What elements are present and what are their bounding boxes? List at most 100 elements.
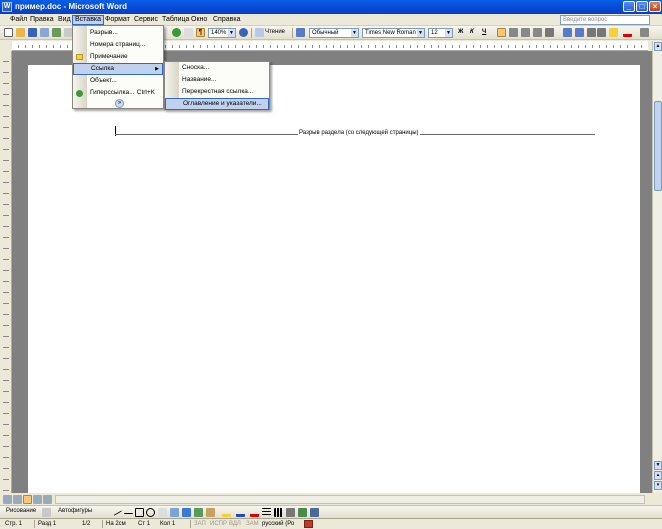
- line-spacing-icon[interactable]: [545, 28, 554, 37]
- font-color-icon[interactable]: [623, 28, 632, 37]
- next-page-icon[interactable]: ▾: [654, 481, 662, 490]
- dash-style-icon[interactable]: [274, 508, 283, 517]
- justify-icon[interactable]: [533, 28, 542, 37]
- chevron-down-icon[interactable]: ▼: [417, 29, 424, 37]
- vertical-scrollbar[interactable]: ▲ ▼ ▴ ▾: [652, 41, 662, 493]
- close-button[interactable]: ×: [649, 1, 661, 12]
- bold-button[interactable]: Ж: [458, 29, 463, 35]
- menu-item-break[interactable]: Разрыв...: [73, 27, 163, 39]
- line-color-icon[interactable]: [236, 508, 245, 517]
- increase-indent-icon[interactable]: [597, 28, 606, 37]
- status-extend[interactable]: ВДЛ: [229, 520, 241, 529]
- arrow-style-icon[interactable]: [286, 508, 295, 517]
- help-icon[interactable]: [239, 28, 248, 37]
- toolbar-options-icon[interactable]: [640, 28, 649, 37]
- menu-item-hyperlink[interactable]: Гиперссылка... Ctrl+K: [73, 87, 163, 99]
- menu-item-cross-reference[interactable]: Перекрестная ссылка...: [165, 86, 269, 98]
- insert-picture-icon[interactable]: [206, 508, 215, 517]
- clip-art-icon[interactable]: [194, 508, 203, 517]
- menu-file[interactable]: Файл: [8, 15, 29, 25]
- 3d-style-icon[interactable]: [310, 508, 319, 517]
- menu-format[interactable]: Формат: [103, 15, 132, 25]
- select-objects-icon[interactable]: [42, 508, 51, 517]
- print-layout-icon[interactable]: [23, 495, 32, 504]
- menu-item-object[interactable]: Объект...: [73, 75, 163, 87]
- status-overtype[interactable]: ЗАМ: [246, 520, 259, 529]
- highlight-icon[interactable]: [609, 28, 618, 37]
- menu-table[interactable]: Таблица: [160, 15, 191, 25]
- font-combo[interactable]: Times New Roman ▼: [362, 28, 425, 38]
- arrow-icon[interactable]: [124, 508, 133, 514]
- word-app-icon[interactable]: W: [2, 2, 12, 12]
- oval-icon[interactable]: [146, 508, 155, 517]
- menu-help[interactable]: Справка: [211, 15, 242, 25]
- maximize-button[interactable]: □: [636, 1, 648, 12]
- line-style-icon[interactable]: [262, 508, 271, 517]
- rectangle-icon[interactable]: [135, 508, 144, 517]
- read-mode-button[interactable]: Чтение: [265, 29, 285, 35]
- normal-view-icon[interactable]: [3, 495, 12, 504]
- drawing-menu-button[interactable]: Рисование: [6, 508, 36, 514]
- numbering-icon[interactable]: [563, 28, 572, 37]
- autoshapes-button[interactable]: Автофигуры: [58, 508, 92, 514]
- web-toolbar-icon[interactable]: [172, 28, 181, 37]
- open-folder-icon[interactable]: [16, 28, 25, 37]
- underline-button[interactable]: Ч: [482, 29, 486, 35]
- styles-pane-icon[interactable]: [296, 28, 305, 37]
- line-icon[interactable]: [111, 506, 122, 516]
- menu-item-footnote[interactable]: Сноска...: [165, 62, 269, 74]
- menu-item-label: Оглавление и указатели...: [183, 100, 262, 107]
- menu-insert[interactable]: Вставка: [72, 15, 105, 25]
- menu-item-page-numbers[interactable]: Номера страниц...: [73, 39, 163, 51]
- bullets-icon[interactable]: [575, 28, 584, 37]
- diagram-icon[interactable]: [182, 508, 191, 517]
- save-icon[interactable]: [28, 28, 37, 37]
- shadow-style-icon[interactable]: [298, 508, 307, 517]
- align-right-icon[interactable]: [521, 28, 530, 37]
- fill-color-icon[interactable]: [222, 508, 231, 517]
- menu-view[interactable]: Вид: [56, 15, 73, 25]
- show-formatting-icon[interactable]: ¶: [196, 28, 205, 37]
- minimize-button[interactable]: _: [623, 1, 635, 12]
- read-mode-icon[interactable]: [255, 28, 264, 37]
- font-color-icon[interactable]: [250, 508, 259, 517]
- print-icon[interactable]: [52, 28, 61, 37]
- help-question-input[interactable]: Введите вопрос: [560, 15, 650, 25]
- chevron-down-icon[interactable]: ▼: [351, 29, 358, 37]
- outline-view-icon[interactable]: [33, 495, 42, 504]
- document-map-icon[interactable]: [184, 28, 193, 37]
- menu-tools[interactable]: Сервис: [132, 15, 160, 25]
- align-left-icon[interactable]: [497, 28, 506, 37]
- wordart-icon[interactable]: [170, 508, 179, 517]
- menu-item-reference[interactable]: Ссылка ▶: [73, 63, 163, 75]
- status-record-macro[interactable]: ЗАП: [194, 520, 206, 529]
- chevron-down-icon[interactable]: ▼: [445, 29, 452, 37]
- zoom-combo[interactable]: 140% ▼: [208, 28, 236, 38]
- menu-item-caption[interactable]: Название...: [165, 74, 269, 86]
- align-center-icon[interactable]: [509, 28, 518, 37]
- web-layout-icon[interactable]: [13, 495, 22, 504]
- menu-item-index-and-tables[interactable]: Оглавление и указатели...: [165, 98, 269, 110]
- permission-icon[interactable]: [40, 28, 49, 37]
- scroll-down-icon[interactable]: ▼: [654, 461, 662, 470]
- reading-layout-icon[interactable]: [43, 495, 52, 504]
- menu-window[interactable]: Окно: [189, 15, 209, 25]
- chevron-down-icon[interactable]: ▼: [228, 29, 235, 37]
- style-combo[interactable]: Обычный ▼: [309, 28, 359, 38]
- vertical-ruler[interactable]: [0, 51, 12, 493]
- decrease-indent-icon[interactable]: [587, 28, 596, 37]
- menu-edit[interactable]: Правка: [28, 15, 56, 25]
- new-document-icon[interactable]: [4, 28, 13, 37]
- font-size-combo[interactable]: 12 ▼: [428, 28, 453, 38]
- previous-page-icon[interactable]: ▴: [654, 471, 662, 480]
- italic-button[interactable]: К: [470, 29, 474, 35]
- spelling-status-icon[interactable]: [304, 520, 313, 528]
- scroll-thumb[interactable]: [654, 101, 662, 191]
- expand-menu-icon[interactable]: »: [115, 99, 124, 108]
- scroll-up-icon[interactable]: ▲: [654, 42, 662, 51]
- menu-item-label: Ссылка: [91, 65, 115, 72]
- horizontal-scrollbar[interactable]: [55, 495, 645, 504]
- text-box-icon[interactable]: [158, 508, 167, 517]
- menu-item-comment[interactable]: Примечание: [73, 51, 163, 63]
- status-track-changes[interactable]: ИСПР: [210, 520, 227, 529]
